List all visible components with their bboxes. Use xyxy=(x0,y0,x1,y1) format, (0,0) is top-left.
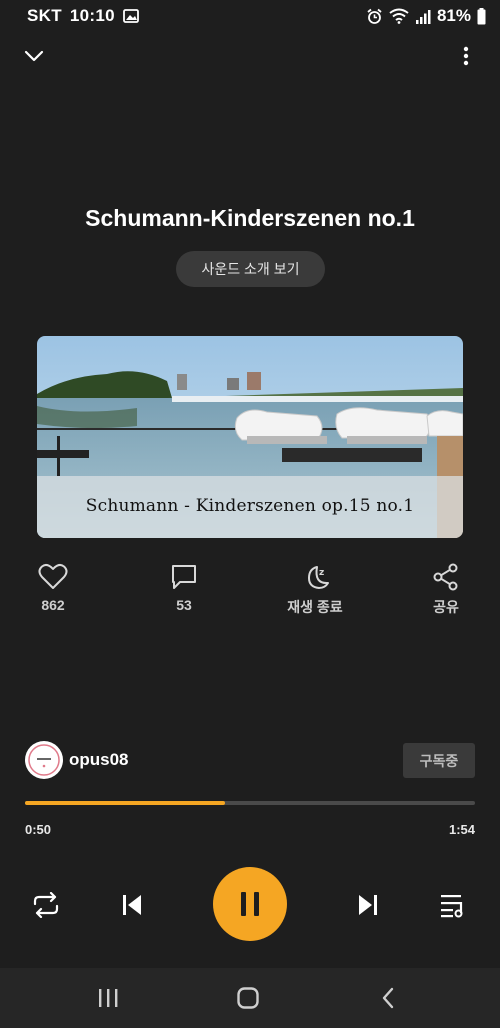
carrier-label: SKT xyxy=(27,6,62,25)
battery-icon xyxy=(477,7,486,25)
status-bar: SKT 10:10 81% xyxy=(0,0,500,32)
pause-button[interactable] xyxy=(213,867,287,941)
chevron-down-icon xyxy=(24,50,44,62)
total-time: 1:54 xyxy=(448,822,475,837)
moon-icon: z xyxy=(300,563,330,591)
like-count: 862 xyxy=(41,597,65,613)
battery-percent: 81% xyxy=(436,6,471,25)
back-button[interactable] xyxy=(368,982,408,1014)
heart-icon xyxy=(38,563,68,591)
share-icon xyxy=(432,563,460,591)
playlist-icon xyxy=(439,892,469,918)
share-button[interactable]: 공유 xyxy=(396,563,496,617)
artwork-caption: Schumann - Kinderszenen op.15 no.1 xyxy=(85,496,415,516)
recent-apps-icon xyxy=(97,988,119,1008)
more-vertical-icon xyxy=(463,46,469,66)
skip-next-icon xyxy=(356,893,380,917)
gallery-icon xyxy=(122,9,139,23)
avatar[interactable] xyxy=(25,741,63,779)
comment-count: 53 xyxy=(176,597,192,613)
collapse-button[interactable] xyxy=(20,42,48,70)
next-button[interactable] xyxy=(350,887,386,923)
skip-previous-icon xyxy=(120,893,144,917)
repeat-button[interactable] xyxy=(28,887,64,923)
previous-button[interactable] xyxy=(114,887,150,923)
comment-icon xyxy=(170,563,198,591)
wifi-icon xyxy=(389,8,409,24)
album-artwork: Schumann - Kinderszenen op.15 no.1 xyxy=(37,336,463,538)
like-button[interactable]: 862 xyxy=(3,563,103,613)
current-time: 0:50 xyxy=(25,822,52,837)
more-options-button[interactable] xyxy=(452,42,480,70)
sleep-timer-label: 재생 종료 xyxy=(287,599,343,615)
progress-fill xyxy=(25,801,225,805)
pause-icon xyxy=(238,890,262,918)
sleep-timer-button[interactable]: z 재생 종료 xyxy=(265,563,365,617)
sound-intro-button[interactable]: 사운드 소개 보기 xyxy=(176,251,325,287)
playlist-button[interactable] xyxy=(436,887,472,923)
back-icon xyxy=(380,987,396,1009)
recent-apps-button[interactable] xyxy=(88,982,128,1014)
clock: 10:10 xyxy=(69,6,115,25)
channel-logo-icon xyxy=(28,744,60,776)
channel-name[interactable]: opus08 xyxy=(69,750,129,770)
subscribe-button[interactable]: 구독중 xyxy=(403,743,475,778)
song-title: Schumann-Kinderszenen no.1 xyxy=(85,205,415,231)
home-button[interactable] xyxy=(228,982,268,1014)
repeat-icon xyxy=(31,892,61,918)
home-icon xyxy=(236,986,260,1010)
comment-button[interactable]: 53 xyxy=(134,563,234,613)
progress-bar[interactable] xyxy=(25,801,475,805)
system-nav-bar xyxy=(0,968,500,1028)
svg-text:z: z xyxy=(319,568,324,578)
signal-icon xyxy=(415,9,431,24)
share-label: 공유 xyxy=(433,599,459,615)
alarm-icon xyxy=(366,8,383,25)
